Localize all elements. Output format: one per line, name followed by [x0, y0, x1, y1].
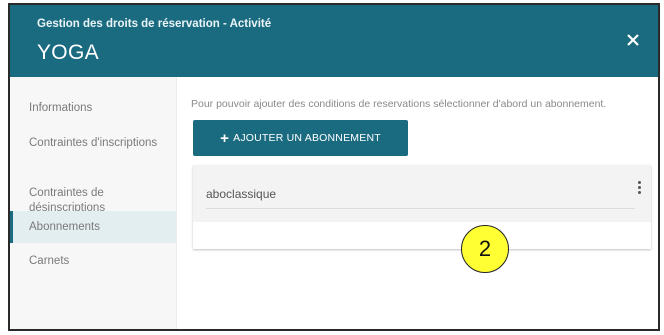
dialog-subtitle: Gestion des droits de réservation - Acti… — [37, 18, 272, 30]
sidebar-item-informations[interactable]: Informations — [10, 101, 176, 116]
subscription-list: aboclassique — [193, 165, 651, 249]
dialog-header: Gestion des droits de réservation - Acti… — [10, 5, 658, 77]
sidebar-item-carnets[interactable]: Carnets — [10, 254, 176, 269]
sidebar-item-label: Contraintes d'inscriptions — [29, 137, 158, 149]
list-item[interactable]: aboclassique — [193, 165, 651, 222]
dialog-title: YOGA — [37, 41, 99, 64]
sidebar: Informations Contraintes d'inscriptions … — [10, 77, 177, 329]
divider — [206, 208, 635, 209]
close-icon[interactable] — [624, 31, 642, 49]
sidebar-item-abonnements[interactable]: Abonnements — [10, 211, 176, 243]
sidebar-item-label: Informations — [29, 102, 93, 114]
add-subscription-button[interactable]: + AJOUTER UN ABONNEMENT — [193, 120, 408, 156]
add-subscription-label: AJOUTER UN ABONNEMENT — [233, 132, 381, 144]
sidebar-item-label: Contraintes de désinscriptions — [29, 187, 106, 214]
hint-text: Pour pouvoir ajouter des conditions de r… — [191, 98, 607, 110]
kebab-menu-icon[interactable] — [635, 181, 643, 199]
sidebar-item-label: Carnets — [29, 255, 70, 267]
step-number-badge: 2 — [461, 225, 509, 273]
sidebar-item-label: Abonnements — [29, 221, 100, 233]
sidebar-item-contraintes-inscriptions[interactable]: Contraintes d'inscriptions — [10, 136, 176, 151]
dialog: Gestion des droits de réservation - Acti… — [8, 3, 660, 331]
sidebar-item-contraintes-desinscriptions[interactable]: Contraintes de désinscriptions — [10, 171, 176, 216]
subscription-name: aboclassique — [206, 187, 277, 201]
step-number: 2 — [478, 236, 492, 261]
plus-icon: + — [220, 129, 230, 147]
main-content: Pour pouvoir ajouter des conditions de r… — [176, 77, 658, 329]
